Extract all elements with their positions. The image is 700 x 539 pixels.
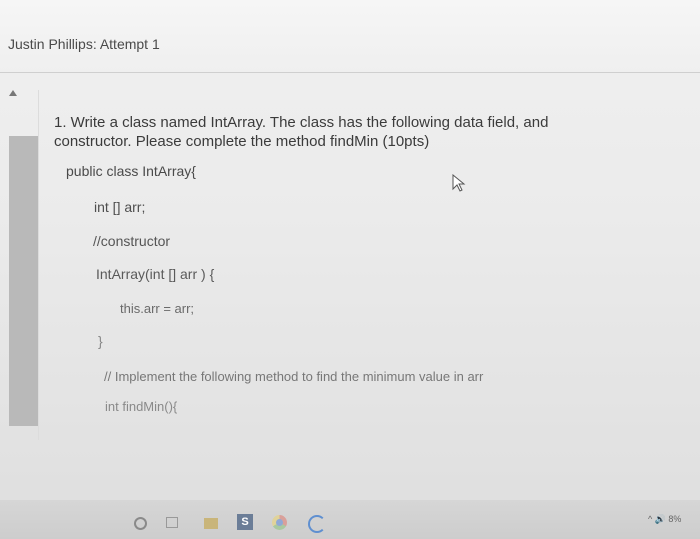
code-line-comment-method: // Implement the following method to fin… xyxy=(104,369,484,384)
search-icon[interactable] xyxy=(134,517,147,530)
code-line-constructor: IntArray(int [] arr ) { xyxy=(96,266,215,282)
attempt-title: Justin Phillips: Attempt 1 xyxy=(8,36,160,52)
question-text: 1. Write a class named IntArray. The cla… xyxy=(54,114,549,150)
system-tray[interactable]: ^ 🔊 8% xyxy=(648,514,681,525)
attempt-header: Justin Phillips: Attempt 1 xyxy=(0,0,700,73)
task-view-icon[interactable] xyxy=(166,517,178,528)
app-icon[interactable]: S xyxy=(237,514,253,530)
code-line-field: int [] arr; xyxy=(94,199,146,215)
question-sidebar-bar xyxy=(9,136,39,426)
code-line-close-brace: } xyxy=(98,333,103,349)
mouse-pointer-icon xyxy=(452,174,466,192)
file-explorer-icon[interactable] xyxy=(204,518,218,529)
collapse-arrow-icon[interactable] xyxy=(9,90,17,96)
chrome-icon[interactable] xyxy=(272,515,287,530)
code-line-assign: this.arr = arr; xyxy=(120,301,195,316)
code-line-comment-constructor: //constructor xyxy=(93,233,171,249)
taskbar xyxy=(0,500,700,539)
code-line-method: int findMin(){ xyxy=(105,399,178,414)
code-line-class: public class IntArray{ xyxy=(66,163,196,179)
edge-icon[interactable] xyxy=(308,515,326,533)
